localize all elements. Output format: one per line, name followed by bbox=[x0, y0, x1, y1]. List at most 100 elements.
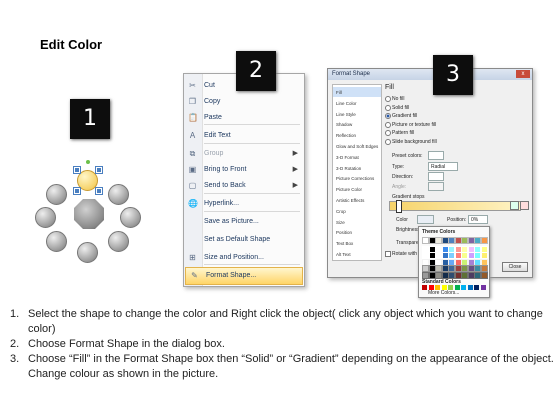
menu-item-format-shape[interactable]: ✎ Format Shape... bbox=[185, 267, 303, 285]
standard-color-swatch[interactable] bbox=[467, 285, 473, 290]
circle-shape[interactable] bbox=[46, 231, 67, 252]
scissors-icon: ✂ bbox=[189, 81, 196, 90]
instruction-text: Select the shape to change the color and… bbox=[28, 308, 543, 335]
category-label: Text Box bbox=[336, 241, 354, 247]
theme-color-swatch[interactable] bbox=[480, 237, 488, 244]
menu-item-save-as-picture[interactable]: Save as Picture... bbox=[184, 214, 304, 230]
menu-item-group[interactable]: ⧉ Group ▶ bbox=[184, 146, 304, 162]
category-label: Picture Color bbox=[336, 187, 363, 193]
category-item-position[interactable]: Position bbox=[333, 227, 381, 237]
category-label: Line Style bbox=[336, 111, 356, 117]
category-item-glow-and-soft-edges[interactable]: Glow and Soft Edges bbox=[333, 141, 381, 151]
standard-color-swatch[interactable] bbox=[474, 285, 479, 290]
category-label: Alt Text bbox=[336, 252, 351, 257]
menu-item-bring-to-front[interactable]: ▣ Bring to Front ▶ bbox=[184, 162, 304, 178]
category-label: Size bbox=[336, 219, 345, 225]
category-item-crop[interactable]: Crop bbox=[333, 206, 381, 216]
size-position-icon: ⊞ bbox=[189, 253, 196, 262]
instructions-list: 1. Select the shape to change the color a… bbox=[10, 307, 556, 382]
category-label: Artistic Effects bbox=[336, 198, 365, 203]
chevron-right-icon: ▶ bbox=[292, 182, 298, 189]
category-item-text-box[interactable]: Text Box bbox=[333, 238, 381, 248]
instruction-item: 3. Choose “Fill” in the Format Shape box … bbox=[10, 352, 556, 382]
type-select[interactable]: Radial bbox=[428, 162, 458, 171]
category-label: Reflection bbox=[336, 133, 357, 139]
hyperlink-icon: 🌐 bbox=[188, 199, 198, 208]
menu-item-label: Group bbox=[204, 150, 224, 157]
add-stop-icon[interactable] bbox=[510, 201, 519, 210]
gradient-stops-bar[interactable] bbox=[389, 200, 521, 213]
menu-item-edit-text[interactable]: A Edit Text bbox=[184, 128, 304, 144]
circle-shape[interactable] bbox=[108, 231, 129, 252]
standard-color-swatch[interactable] bbox=[422, 285, 427, 290]
category-item-reflection[interactable]: Reflection bbox=[333, 130, 381, 140]
close-button[interactable]: Close bbox=[502, 262, 528, 272]
selection-handle[interactable] bbox=[73, 166, 81, 174]
category-label: 3-D Rotation bbox=[336, 165, 362, 171]
bring-front-icon: ▣ bbox=[188, 165, 197, 174]
fill-radio[interactable] bbox=[385, 104, 391, 111]
category-item-3-d-format[interactable]: 3-D Format bbox=[333, 152, 381, 162]
menu-item-set-as-default-shape[interactable]: Set as Default Shape bbox=[184, 232, 304, 248]
menu-separator bbox=[204, 124, 300, 125]
category-label: 3-D Format bbox=[336, 154, 359, 160]
fill-radio[interactable] bbox=[385, 121, 391, 128]
rotate-checkbox[interactable] bbox=[385, 251, 391, 257]
fill-radio[interactable] bbox=[385, 113, 391, 119]
category-item-size[interactable]: Size bbox=[333, 217, 381, 227]
fill-radio[interactable] bbox=[385, 96, 391, 102]
menu-item-send-to-back[interactable]: ▢ Send to Back ▶ bbox=[184, 178, 304, 194]
circle-shape[interactable] bbox=[108, 184, 129, 205]
menu-item-label: Save as Picture... bbox=[204, 218, 259, 225]
copy-icon: ❐ bbox=[188, 97, 197, 106]
category-item-artistic-effects[interactable]: Artistic Effects bbox=[333, 195, 381, 205]
menu-item-label: Format Shape... bbox=[206, 272, 257, 279]
fill-radio[interactable] bbox=[385, 130, 391, 136]
category-item-alt-text[interactable]: Alt Text bbox=[333, 249, 381, 259]
theme-colors-label: Theme Colors bbox=[422, 229, 456, 235]
fill-option-label: No fill bbox=[392, 96, 405, 102]
selected-circle-shape[interactable] bbox=[77, 170, 98, 191]
fill-option-label: Picture or texture fill bbox=[392, 121, 437, 128]
instruction-text: Choose Format Shape in the dialog box. bbox=[28, 338, 225, 350]
rotate-handle[interactable] bbox=[86, 160, 90, 164]
selection-handle[interactable] bbox=[95, 187, 103, 195]
category-item-line-color[interactable]: Line Color bbox=[333, 98, 381, 108]
theme-color-swatch[interactable] bbox=[480, 271, 488, 279]
circle-shape[interactable] bbox=[46, 184, 67, 205]
position-label: Position: bbox=[447, 217, 467, 223]
category-item-picture-corrections[interactable]: Picture Corrections bbox=[333, 173, 381, 183]
circle-shape[interactable] bbox=[120, 207, 141, 228]
category-item-line-style[interactable]: Line Style bbox=[333, 109, 381, 119]
fill-radio[interactable] bbox=[385, 138, 391, 145]
category-item-picture-color[interactable]: Picture Color bbox=[333, 184, 381, 194]
selection-handle[interactable] bbox=[73, 187, 81, 195]
standard-color-swatch[interactable] bbox=[461, 285, 466, 290]
selection-handle[interactable] bbox=[95, 166, 103, 174]
angle-input[interactable] bbox=[428, 182, 444, 191]
instruction-item: 1. Select the shape to change the color a… bbox=[10, 307, 556, 337]
menu-separator bbox=[204, 264, 300, 265]
more-colors-link[interactable]: More Colors... bbox=[428, 290, 459, 296]
instruction-number: 2. bbox=[10, 338, 20, 350]
color-picker-button[interactable] bbox=[417, 215, 434, 224]
shape-diagram bbox=[33, 160, 155, 270]
category-item-shadow[interactable]: Shadow bbox=[333, 119, 381, 129]
close-icon[interactable]: x bbox=[516, 70, 530, 78]
remove-stop-icon[interactable] bbox=[520, 201, 529, 210]
center-octagon-shape[interactable] bbox=[74, 199, 104, 229]
format-shape-icon: ✎ bbox=[191, 271, 198, 280]
circle-shape[interactable] bbox=[35, 207, 56, 228]
category-label: Picture Corrections bbox=[336, 176, 375, 182]
category-list: Fill Line Color Line Style Shadow Reflection… bbox=[332, 84, 382, 261]
gradient-stop-handle[interactable] bbox=[396, 200, 402, 213]
preset-colors-dropdown[interactable] bbox=[428, 151, 444, 160]
circle-shape[interactable] bbox=[77, 242, 98, 263]
menu-item-hyperlink[interactable]: 🌐 Hyperlink... bbox=[184, 196, 304, 212]
category-item-fill[interactable]: Fill bbox=[333, 87, 381, 97]
menu-item-copy[interactable]: ❐ Copy bbox=[184, 94, 304, 110]
type-value: Radial bbox=[431, 164, 446, 170]
category-item-3-d-rotation[interactable]: 3-D Rotation bbox=[333, 163, 381, 173]
direction-dropdown[interactable] bbox=[428, 172, 444, 181]
standard-color-swatch[interactable] bbox=[480, 285, 486, 290]
